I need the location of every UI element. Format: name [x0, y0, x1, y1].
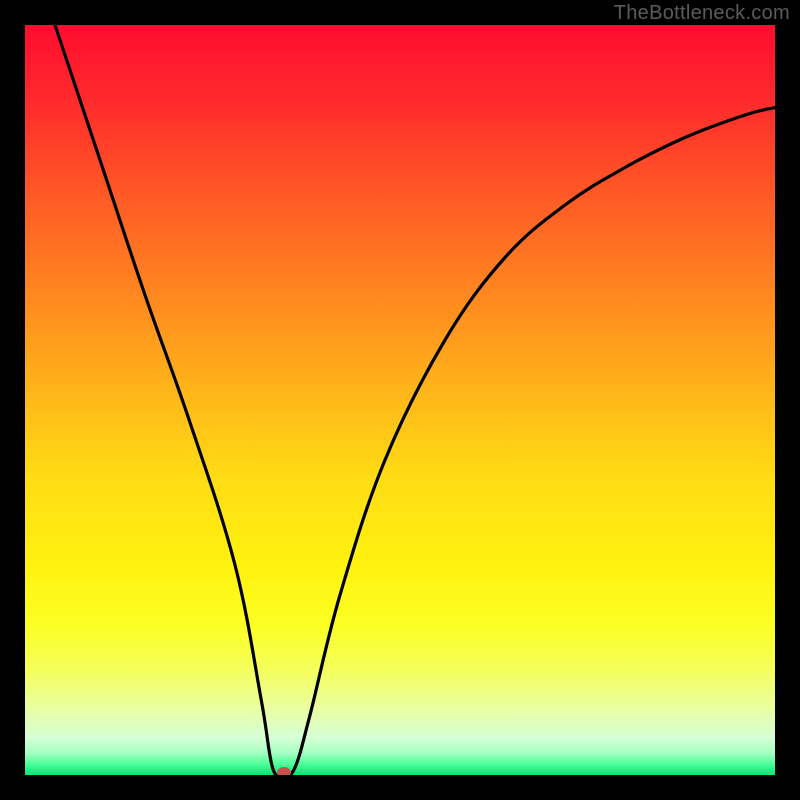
bottleneck-curve-path [55, 25, 775, 775]
chart-frame: TheBottleneck.com [0, 0, 800, 800]
curve-svg [25, 25, 775, 775]
watermark-text: TheBottleneck.com [614, 2, 790, 25]
minimum-marker [277, 767, 291, 775]
plot-area [25, 25, 775, 775]
